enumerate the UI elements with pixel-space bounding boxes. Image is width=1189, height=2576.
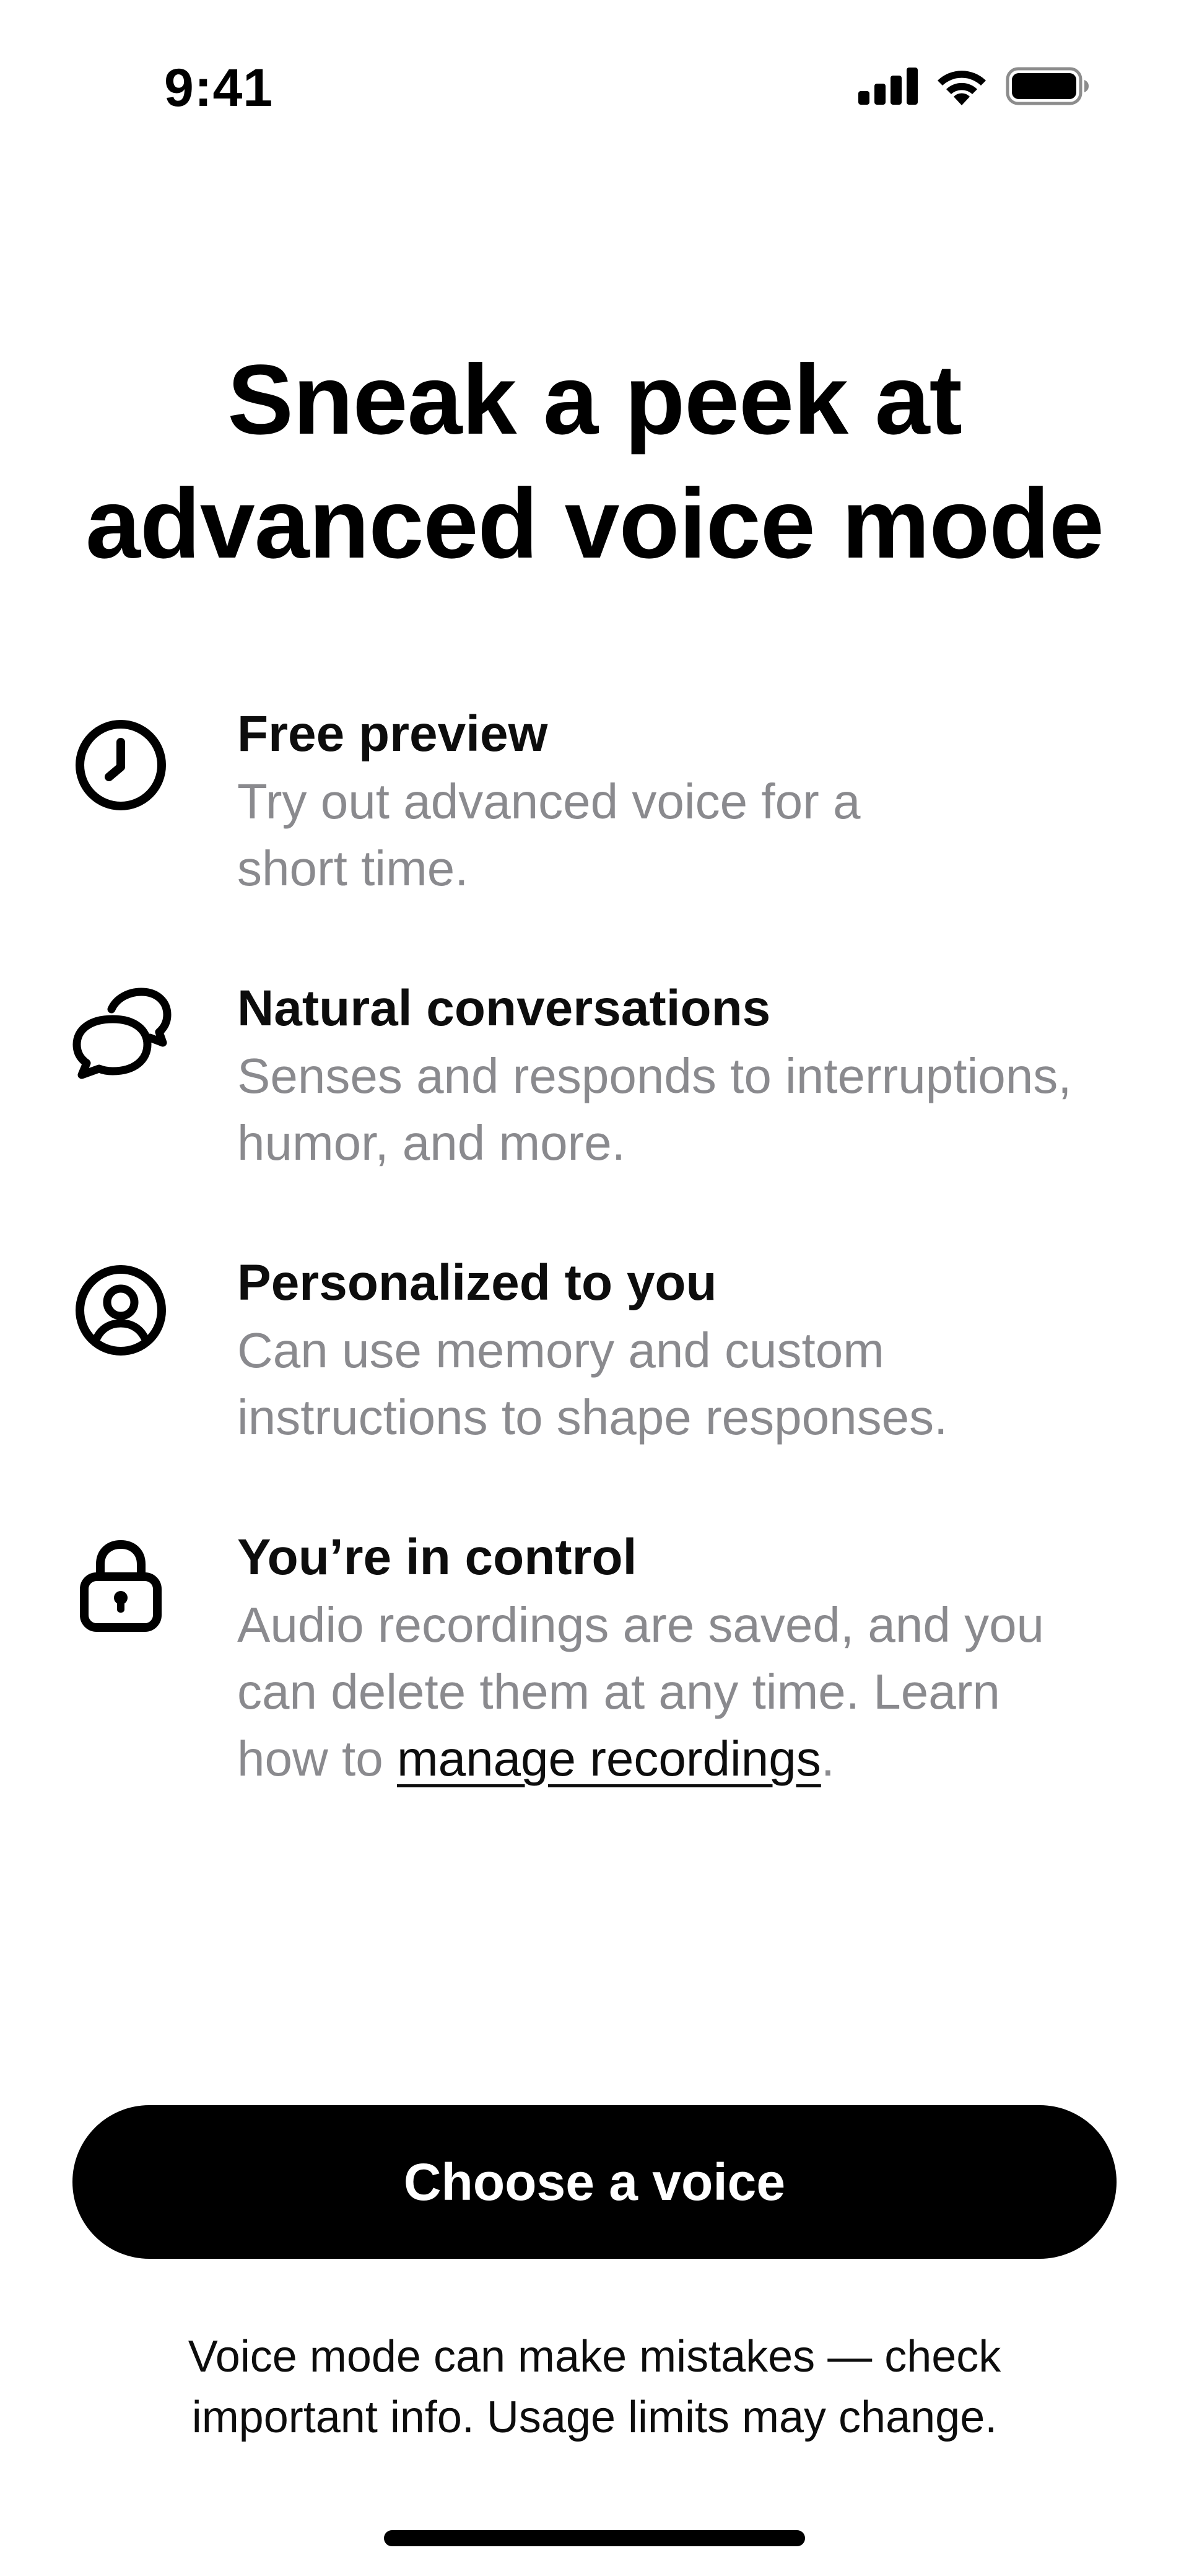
feature-text: You’re in control Audio recordings are s… — [237, 1523, 1117, 1792]
cellular-signal-icon — [858, 68, 918, 105]
feature-text: Natural conversations Senses and respond… — [237, 975, 1117, 1176]
feature-title: Free preview — [237, 706, 548, 762]
feature-description-line: humor, and more. — [237, 1115, 625, 1170]
feature-description-line: Can use memory and custom — [237, 1323, 884, 1378]
page-title-line-2: advanced voice mode — [85, 468, 1104, 579]
feature-description: Audio recordings are saved, and you can … — [237, 1592, 1117, 1792]
feature-text: Personalized to you Can use memory and c… — [237, 1249, 1117, 1451]
status-icons — [858, 67, 1090, 105]
feature-description-line: instructions to shape responses. — [237, 1390, 948, 1445]
status-time: 9:41 — [164, 58, 274, 118]
feature-description-line: Audio recordings are saved, and you — [237, 1597, 1045, 1652]
manage-recordings-link[interactable]: manage recordings — [397, 1731, 821, 1786]
feature-text: Free preview Try out advanced voice for … — [237, 700, 1117, 902]
feature-description-line: how to manage recordings. — [237, 1725, 1117, 1792]
feature-description: Can use memory and custom instructions t… — [237, 1317, 1117, 1451]
feature-title: You’re in control — [237, 1529, 637, 1585]
feature-description: Senses and responds to interruptions, hu… — [237, 1043, 1117, 1176]
voice-mode-intro-screen: 9:41 Sneak a peek at advanced voice mode… — [0, 0, 1189, 2576]
feature-title: Natural conversations — [237, 980, 771, 1036]
choose-voice-button[interactable]: Choose a voice — [72, 2105, 1117, 2259]
feature-title: Personalized to you — [237, 1255, 717, 1311]
battery-icon — [1006, 67, 1090, 105]
feature-description-line: Senses and responds to interruptions, — [237, 1048, 1072, 1103]
home-indicator[interactable] — [384, 2530, 805, 2546]
feature-description-line: short time. — [237, 841, 469, 896]
feature-description-line: Try out advanced voice for a — [237, 774, 861, 829]
wifi-icon — [935, 67, 988, 105]
feature-description-line: can delete them at any time. Learn — [237, 1664, 1000, 1719]
disclaimer-line: Voice mode can make mistakes — check — [188, 2332, 1001, 2381]
clock-icon — [68, 712, 173, 818]
disclaimer-text: Voice mode can make mistakes — check imp… — [99, 2326, 1090, 2448]
feature-description-text: how to — [237, 1731, 397, 1786]
page-title: Sneak a peek at advanced voice mode — [37, 338, 1152, 585]
page-title-line-1: Sneak a peek at — [227, 344, 962, 455]
disclaimer-line: important info. Usage limits may change. — [191, 2393, 998, 2442]
chat-bubbles-icon — [68, 981, 173, 1086]
feature-description-text: . — [821, 1731, 835, 1786]
feature-description: Try out advanced voice for a short time. — [237, 768, 1117, 902]
lock-icon — [68, 1532, 173, 1637]
status-bar: 9:41 — [0, 0, 1189, 155]
user-circle-icon — [68, 1258, 173, 1363]
